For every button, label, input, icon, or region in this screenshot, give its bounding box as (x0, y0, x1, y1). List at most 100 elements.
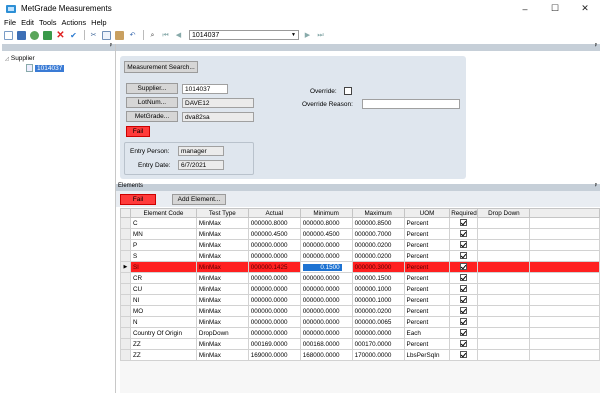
metgrade-button[interactable]: MetGrade... (126, 111, 178, 122)
cell-test-type[interactable]: MinMax (195, 349, 249, 361)
chevron-down-icon[interactable]: ▼ (289, 31, 298, 39)
cell-drop-down[interactable] (477, 283, 531, 295)
entry-date-field[interactable]: 6/7/2021 (178, 160, 224, 170)
cell-required[interactable] (449, 327, 479, 339)
required-checkbox[interactable] (460, 307, 468, 315)
last-record-icon[interactable]: ⏭ (316, 31, 325, 40)
cell-minimum[interactable]: 000000.0000 (299, 239, 353, 251)
table-row[interactable]: CR MinMax 000000.0000 000000.0000 000000.150… (120, 272, 600, 284)
cell-drop-down[interactable] (477, 305, 531, 317)
cell-required[interactable] (449, 316, 479, 328)
menu-tools[interactable]: Tools (39, 18, 57, 27)
row-selector[interactable] (120, 316, 131, 328)
cell-minimum[interactable]: 000000.4500 (299, 228, 353, 240)
cell-drop-down[interactable] (477, 272, 531, 284)
cell-actual[interactable]: 000000.8000 (247, 217, 301, 229)
table-row[interactable]: MO MinMax 000000.0000 000000.0000 000000.020… (120, 305, 600, 317)
cell-test-type[interactable]: MinMax (195, 272, 249, 284)
cell-drop-down[interactable] (477, 338, 531, 350)
cell-element-code[interactable]: Country Of Origin (129, 327, 197, 339)
column-header-minimum[interactable]: Minimum (299, 208, 353, 218)
new-icon[interactable] (4, 30, 13, 40)
required-checkbox[interactable] (460, 274, 468, 282)
collapse-icon[interactable]: ◿ (5, 56, 9, 62)
column-header-actual[interactable]: Actual (247, 208, 301, 218)
cell-element-code[interactable]: MN (129, 228, 197, 240)
cell-actual[interactable]: 000169.0000 (247, 338, 301, 350)
cell-test-type[interactable]: MinMax (195, 316, 249, 328)
supplier-button[interactable]: Supplier... (126, 83, 178, 94)
pin-icon[interactable]: ᵖ (595, 183, 597, 189)
column-header-uom[interactable]: UOM (403, 208, 451, 218)
cell-minimum[interactable]: 000000.0000 (299, 250, 353, 262)
table-row[interactable]: C MinMax 000000.8000 000000.8000 000000.8500… (120, 217, 600, 229)
cell-uom[interactable]: LbsPerSqIn (403, 349, 451, 361)
required-checkbox[interactable] (460, 230, 468, 238)
cell-element-code[interactable]: MO (129, 305, 197, 317)
paste-icon[interactable] (115, 30, 124, 40)
lotnum-field[interactable]: DAVE12 (182, 98, 254, 108)
cell-uom[interactable]: Percent (403, 261, 451, 273)
cell-minimum[interactable]: 000000.0000 (299, 327, 353, 339)
cell-test-type[interactable]: DropDown (195, 327, 249, 339)
column-header-maximum[interactable]: Maximum (351, 208, 405, 218)
cell-required[interactable] (449, 250, 479, 262)
cell-maximum[interactable]: 000000.0065 (351, 316, 405, 328)
cell-maximum[interactable]: 000000.1500 (351, 272, 405, 284)
cell-maximum[interactable]: 000000.7000 (351, 228, 405, 240)
row-selector[interactable] (120, 283, 131, 295)
row-selector[interactable] (120, 294, 131, 306)
lotnum-button[interactable]: LotNum... (126, 97, 178, 108)
cell-element-code[interactable]: N (129, 316, 197, 328)
cell-minimum[interactable]: 000000.8000 (299, 217, 353, 229)
cell-maximum[interactable]: 000000.1000 (351, 294, 405, 306)
undo-icon[interactable]: ↶ (128, 31, 137, 40)
cell-maximum[interactable]: 000000.1000 (351, 283, 405, 295)
cell-test-type[interactable]: MinMax (195, 294, 249, 306)
pin-icon[interactable]: ᵖ (595, 43, 597, 49)
cell-required[interactable] (449, 349, 479, 361)
cell-minimum[interactable]: 000000.0000 (299, 272, 353, 284)
cell-element-code[interactable]: CR (129, 272, 197, 284)
cell-maximum[interactable]: 000000.0200 (351, 250, 405, 262)
minimize-button[interactable]: – (510, 0, 540, 17)
column-header-drop-down[interactable]: Drop Down (477, 208, 531, 218)
cell-drop-down[interactable] (477, 228, 531, 240)
cell-minimum[interactable]: 000168.0000 (299, 338, 353, 350)
table-row[interactable]: S MinMax 000000.0000 000000.0000 000000.0200… (120, 250, 600, 262)
required-checkbox[interactable] (460, 285, 468, 293)
cell-maximum[interactable]: 000000.0000 (351, 327, 405, 339)
cell-test-type[interactable]: MinMax (195, 217, 249, 229)
cell-maximum[interactable]: 000000.3000 (351, 261, 405, 273)
cell-element-code[interactable]: ZZ (129, 338, 197, 350)
required-checkbox[interactable] (460, 318, 468, 326)
required-checkbox[interactable] (460, 241, 468, 249)
cell-test-type[interactable]: MinMax (195, 261, 249, 273)
entry-person-field[interactable]: manager (178, 146, 224, 156)
status-fail-button[interactable]: Fail (126, 126, 150, 137)
cell-drop-down[interactable] (477, 250, 531, 262)
cell-maximum[interactable]: 000000.0200 (351, 305, 405, 317)
cell-test-type[interactable]: MinMax (195, 305, 249, 317)
cell-element-code[interactable]: S (129, 250, 197, 262)
table-row[interactable]: N MinMax 000000.0000 000000.0000 000000.0065… (120, 316, 600, 328)
cell-element-code[interactable]: C (129, 217, 197, 229)
cell-test-type[interactable]: MinMax (195, 250, 249, 262)
cell-uom[interactable]: Percent (403, 283, 451, 295)
cell-element-code[interactable]: ZZ (129, 349, 197, 361)
cell-actual[interactable]: 000000.0000 (247, 316, 301, 328)
cell-actual[interactable]: 000000.0000 (247, 327, 301, 339)
previous-record-icon[interactable]: ◀ (174, 31, 183, 40)
cell-element-code[interactable]: NI (129, 294, 197, 306)
cell-maximum[interactable]: 000000.8500 (351, 217, 405, 229)
required-checkbox[interactable] (460, 296, 468, 304)
row-selector[interactable] (120, 217, 131, 229)
required-checkbox[interactable] (460, 219, 468, 227)
supplier-field[interactable]: 1014037 (182, 84, 228, 94)
export-icon[interactable] (43, 30, 52, 40)
row-selector[interactable] (120, 327, 131, 339)
cell-actual[interactable]: 000000.0000 (247, 239, 301, 251)
delete-icon[interactable]: ✕ (56, 30, 65, 40)
cell-element-code[interactable]: CU (129, 283, 197, 295)
row-selector[interactable]: ▶ (120, 261, 131, 273)
